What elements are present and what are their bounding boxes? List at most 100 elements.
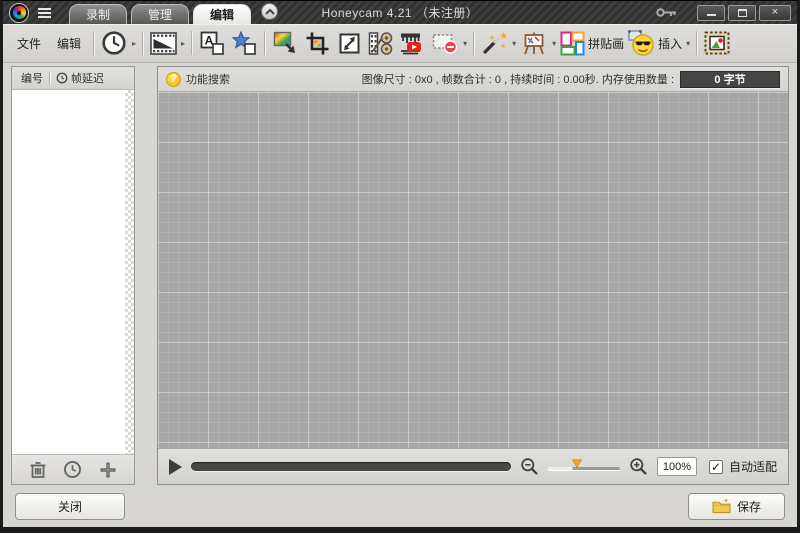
star-icon: ★: [500, 42, 506, 50]
save-button[interactable]: 保存: [688, 493, 785, 520]
color-wheel-icon: [13, 6, 26, 19]
toolbar-separator: [696, 31, 697, 55]
edit-canvas[interactable]: [158, 92, 788, 448]
frame-list-header: 编号 帧延迟: [12, 67, 134, 90]
frame-list[interactable]: [12, 90, 134, 454]
zoom-slider-thumb[interactable]: [572, 459, 582, 467]
magic-wand-icon: ★ ★ ★: [481, 31, 507, 56]
resize-image-button[interactable]: [269, 27, 301, 59]
smiley-sunglasses-icon: [628, 30, 655, 56]
frame-tools-dropdown[interactable]: ▸: [179, 39, 187, 48]
draw-dropdown[interactable]: ▾: [550, 39, 558, 48]
content-area: 编号 帧延迟: [3, 63, 797, 485]
footer-bar: 关闭 保存: [3, 485, 797, 527]
canvas-size-button[interactable]: [333, 27, 365, 59]
add-frame-button[interactable]: [92, 458, 124, 482]
crop-button[interactable]: [301, 27, 333, 59]
minimize-icon: [707, 14, 716, 16]
app-logo-icon[interactable]: [9, 3, 29, 23]
autofit-label[interactable]: 自动适配: [729, 458, 777, 475]
folder-icon: [712, 499, 731, 514]
toolbar-separator: [473, 31, 474, 55]
toolbar: 文件 编辑 ▸ ▸ A: [3, 24, 797, 63]
film-reels-icon: [368, 31, 394, 56]
toolbar-separator: [264, 31, 265, 55]
toolbar-separator: [142, 31, 143, 55]
star-icon: ★: [489, 34, 495, 42]
titlebar-controls: ×: [656, 5, 797, 21]
close-editor-button[interactable]: 关闭: [15, 493, 125, 520]
save-label: 保存: [737, 498, 761, 515]
frame-delay-list-button[interactable]: [57, 458, 89, 482]
info-bar: ? 功能搜索 图像尺寸 : 0x0 , 帧数合计 : 0 , 持续时间 : 0.…: [158, 67, 788, 92]
insert-dropdown[interactable]: ▾: [684, 39, 692, 48]
check-icon: ✓: [711, 460, 721, 474]
key-icon: [656, 7, 678, 18]
add-sticker-button[interactable]: [228, 27, 260, 59]
menu-edit[interactable]: 编辑: [49, 31, 89, 56]
clock-icon: [63, 460, 82, 479]
insert-button[interactable]: 插入: [626, 27, 684, 59]
mode-tabs: 录制 管理 编辑: [69, 1, 251, 24]
easel-icon: [521, 31, 547, 56]
frame-list-scrollbar[interactable]: [125, 90, 134, 454]
column-delay[interactable]: 帧延迟: [71, 70, 104, 86]
question-glyph: ?: [170, 73, 177, 85]
feature-search[interactable]: 功能搜索: [186, 71, 230, 87]
minimize-button[interactable]: [697, 5, 725, 21]
text-icon: A: [200, 31, 225, 56]
autofit-checkbox[interactable]: ✓: [709, 460, 723, 474]
zoom-out-icon: [520, 457, 539, 476]
seek-bar[interactable]: [191, 462, 511, 471]
column-number[interactable]: 编号: [21, 70, 43, 86]
titlebar: 录制 管理 编辑 Honeycam 4.21 （未注册） ×: [3, 1, 797, 24]
collage-label: 拼贴画: [588, 35, 624, 52]
frame-tools-button[interactable]: [147, 27, 179, 59]
tab-record-label: 录制: [86, 6, 110, 23]
video-press-icon: [399, 31, 427, 56]
zoom-slider-groove: [548, 467, 620, 470]
zoom-level-field[interactable]: 100%: [657, 457, 697, 476]
insert-label: 插入: [658, 35, 682, 52]
collapse-ribbon-button[interactable]: [261, 3, 278, 20]
remove-frame-dropdown[interactable]: ▾: [461, 39, 469, 48]
film-frame-icon: [150, 32, 177, 55]
frame-delay-button[interactable]: [98, 27, 130, 59]
maximize-button[interactable]: [728, 5, 756, 21]
edit-frames-button[interactable]: [365, 27, 397, 59]
frame-delay-dropdown[interactable]: ▸: [130, 39, 138, 48]
trash-icon: [29, 460, 47, 479]
effects-dropdown[interactable]: ▾: [510, 39, 518, 48]
tab-edit[interactable]: 编辑: [193, 4, 251, 24]
zoom-out-button[interactable]: [520, 457, 539, 476]
menu-file[interactable]: 文件: [9, 31, 49, 56]
play-button[interactable]: [169, 459, 182, 475]
frame-list-panel: 编号 帧延迟: [11, 66, 135, 485]
remove-frame-icon: [432, 31, 458, 55]
export-video-button[interactable]: [397, 27, 429, 59]
collage-button[interactable]: 拼贴画: [558, 27, 626, 59]
help-icon[interactable]: ?: [166, 72, 181, 87]
tab-manage[interactable]: 管理: [131, 4, 189, 24]
register-button[interactable]: [656, 7, 678, 18]
zoom-slider[interactable]: [548, 458, 620, 476]
add-text-button[interactable]: A: [196, 27, 228, 59]
draw-button[interactable]: [518, 27, 550, 59]
delete-frame-button[interactable]: [22, 458, 54, 482]
close-icon: ×: [772, 7, 778, 18]
tab-manage-label: 管理: [148, 6, 172, 23]
remove-frame-button[interactable]: [429, 27, 461, 59]
hamburger-menu-icon[interactable]: [33, 5, 55, 21]
sticker-star-icon: [232, 31, 257, 56]
toolbar-separator: [93, 31, 94, 55]
tab-edit-label: 编辑: [210, 6, 234, 23]
photo-frame-button[interactable]: [701, 27, 733, 59]
zoom-in-button[interactable]: [629, 457, 648, 476]
image-stats: 图像尺寸 : 0x0 , 帧数合计 : 0 , 持续时间 : 0.00秒. 内存…: [362, 71, 674, 87]
frame-list-toolbar: [12, 454, 134, 484]
chevron-up-icon: [265, 8, 275, 15]
close-window-button[interactable]: ×: [759, 5, 791, 21]
tab-record[interactable]: 录制: [69, 4, 127, 24]
resize-image-icon: [273, 31, 298, 56]
effects-button[interactable]: ★ ★ ★: [478, 27, 510, 59]
